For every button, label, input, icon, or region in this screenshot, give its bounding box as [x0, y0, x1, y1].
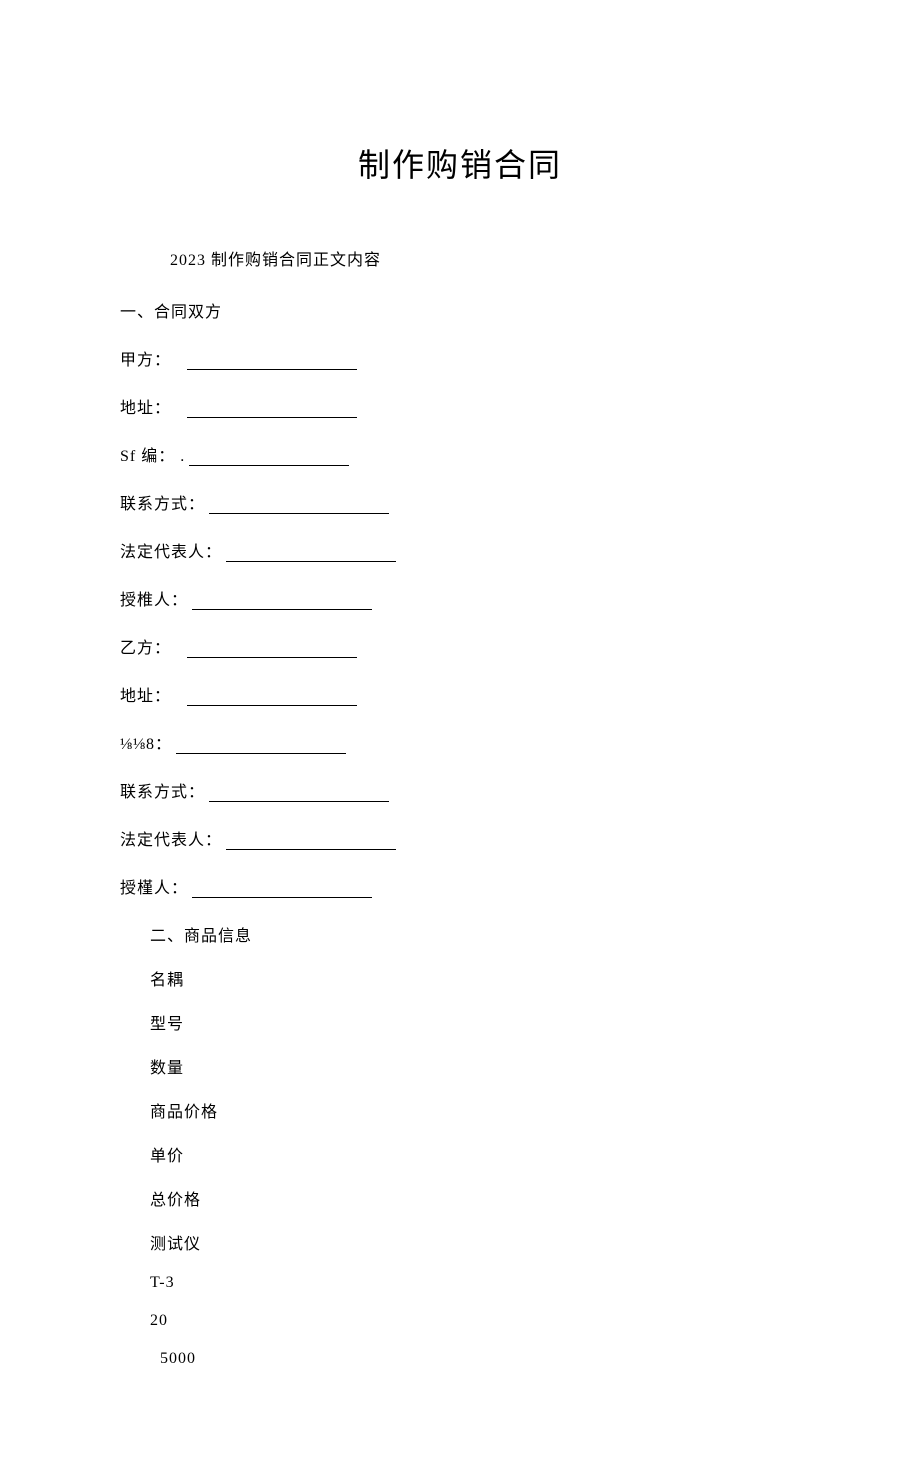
party-b-contact-field: 联系方式： [120, 778, 800, 802]
party-b-legalrep-underline [226, 832, 396, 850]
product-price-label: 商品价格 [150, 1098, 800, 1122]
party-b-contact-underline [209, 784, 389, 802]
party-a-address-label: 地址： [120, 394, 171, 418]
party-a-authorizer-underline [192, 592, 372, 610]
party-b-code-underline [176, 736, 346, 754]
product-name-value: 测试仪 [150, 1230, 800, 1254]
party-a-address-underline [187, 400, 357, 418]
party-a-legalrep-label: 法定代表人： [120, 538, 222, 562]
party-a-address-field: 地址： [120, 394, 800, 418]
party-b-legalrep-field: 法定代表人： [120, 826, 800, 850]
party-b-name-label: 乙方： [120, 634, 171, 658]
party-a-sf-label: Sf 编： . [120, 442, 185, 466]
party-b-address-label: 地址： [120, 682, 171, 706]
product-totalprice-label: 总价格 [150, 1186, 800, 1210]
party-a-name-field: 甲方： [120, 346, 800, 370]
section-2-heading: 二、商品信息 [150, 922, 800, 946]
party-b-code-field: ⅛⅛8： [120, 730, 800, 754]
party-a-authorizer-label: 授椎人： [120, 586, 188, 610]
product-name-label: 名耦 [150, 966, 800, 990]
section-1-heading: 一、合同双方 [120, 298, 800, 322]
product-qty-label: 数量 [150, 1054, 800, 1078]
party-a-name-underline [187, 352, 357, 370]
product-price-value: 5000 [160, 1350, 800, 1368]
party-b-address-underline [187, 688, 357, 706]
product-model-label: 型号 [150, 1010, 800, 1034]
document-page: 制作购销合同 2023 制作购销合同正文内容 一、合同双方 甲方： 地址： Sf… [0, 0, 920, 1468]
party-b-legalrep-label: 法定代表人： [120, 826, 222, 850]
party-b-name-underline [187, 640, 357, 658]
party-a-legalrep-underline [226, 544, 396, 562]
party-b-authorizer-label: 授槿人： [120, 874, 188, 898]
section-2-block: 二、商品信息 名耦 型号 数量 商品价格 单价 总价格 测试仪 T-3 20 [150, 922, 800, 1330]
party-a-name-label: 甲方： [120, 346, 171, 370]
party-b-authorizer-field: 授槿人： [120, 874, 800, 898]
document-title: 制作购销合同 [120, 140, 800, 186]
party-a-contact-underline [209, 496, 389, 514]
party-b-code-label: ⅛⅛8： [120, 730, 172, 754]
party-a-contact-field: 联系方式： [120, 490, 800, 514]
document-subtitle: 2023 制作购销合同正文内容 [170, 246, 800, 270]
party-b-name-field: 乙方： [120, 634, 800, 658]
party-b-address-field: 地址： [120, 682, 800, 706]
product-unitprice-label: 单价 [150, 1142, 800, 1166]
party-a-contact-label: 联系方式： [120, 490, 205, 514]
party-a-sf-field: Sf 编： . [120, 442, 800, 466]
party-a-sf-underline [189, 448, 349, 466]
party-a-authorizer-field: 授椎人： [120, 586, 800, 610]
party-a-legalrep-field: 法定代表人： [120, 538, 800, 562]
product-model-value: T-3 [150, 1274, 800, 1292]
party-b-authorizer-underline [192, 880, 372, 898]
party-b-contact-label: 联系方式： [120, 778, 205, 802]
product-qty-value: 20 [150, 1312, 800, 1330]
